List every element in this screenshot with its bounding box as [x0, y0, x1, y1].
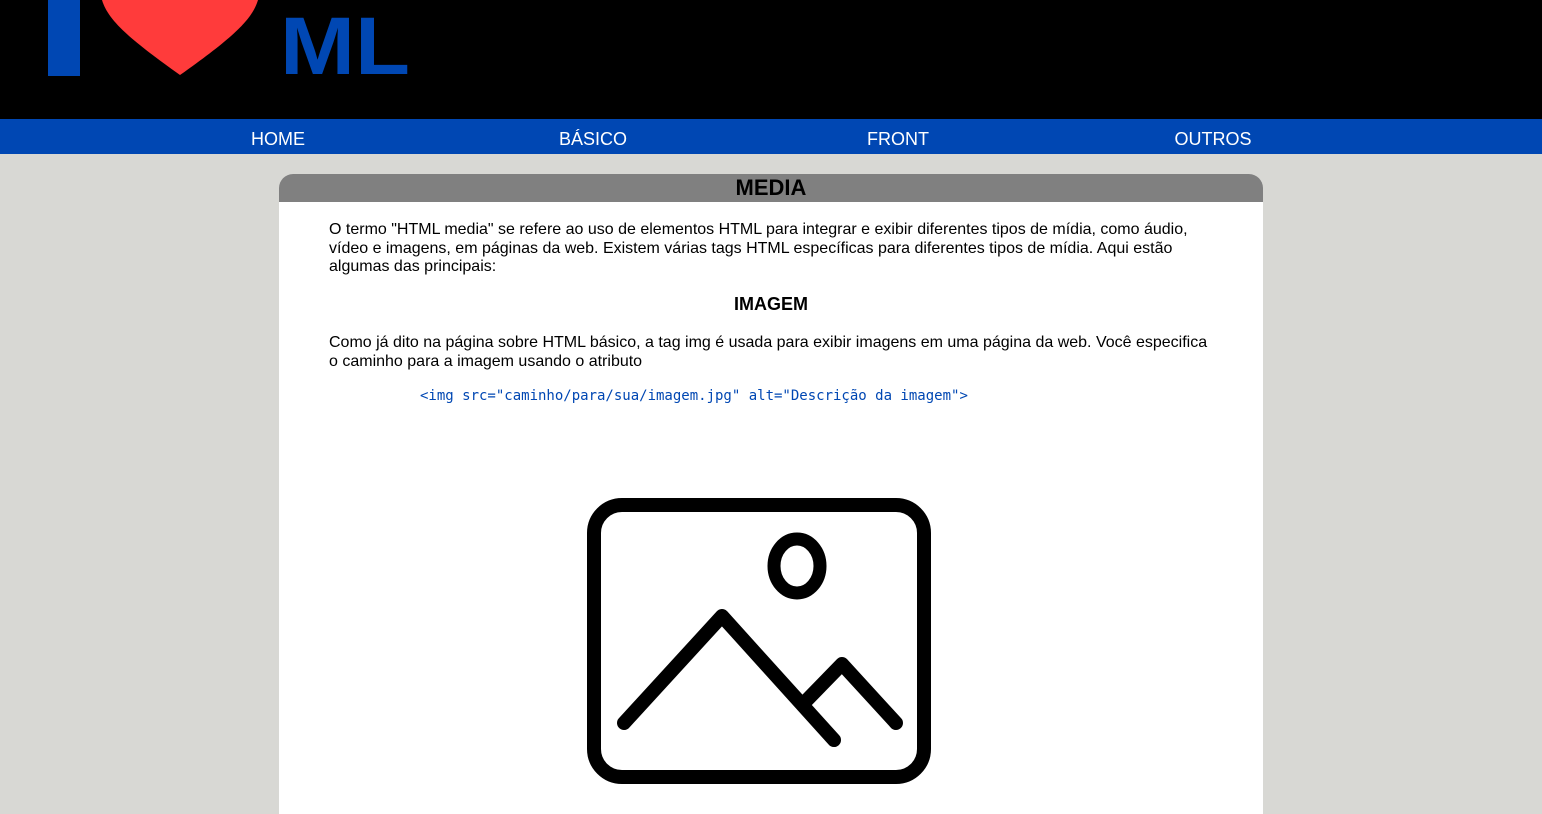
- logo-text: ML: [280, 1, 410, 92]
- image-frame: [587, 498, 931, 784]
- nav-item-basico[interactable]: BÁSICO: [559, 119, 627, 154]
- site-logo[interactable]: ML: [0, 0, 440, 119]
- content-card: MEDIA O termo "HTML media" se refere ao …: [279, 174, 1263, 814]
- sun-circle: [767, 532, 827, 600]
- site-header: ML: [0, 0, 1542, 119]
- page-title: MEDIA: [735, 175, 807, 200]
- nav-item-home[interactable]: HOME: [251, 119, 305, 154]
- logo-i-bar: [48, 0, 80, 76]
- main-nav: HOME BÁSICO FRONT OUTROS: [0, 119, 1542, 154]
- nav-item-front[interactable]: FRONT: [867, 119, 929, 154]
- content-title-bar: MEDIA: [279, 174, 1263, 202]
- mountain-large: [617, 609, 841, 747]
- section-heading-imagem: IMAGEM: [734, 294, 808, 314]
- image-placeholder-icon: [587, 498, 931, 784]
- section-paragraph: Como já dito na página sobre HTML básico…: [329, 334, 1208, 370]
- intro-paragraph: O termo "HTML media" se refere ao uso de…: [329, 221, 1188, 275]
- heart-icon: [102, 0, 258, 75]
- nav-item-outros[interactable]: OUTROS: [1174, 119, 1251, 154]
- code-example: <img src="caminho/para/sua/imagem.jpg" a…: [420, 388, 968, 404]
